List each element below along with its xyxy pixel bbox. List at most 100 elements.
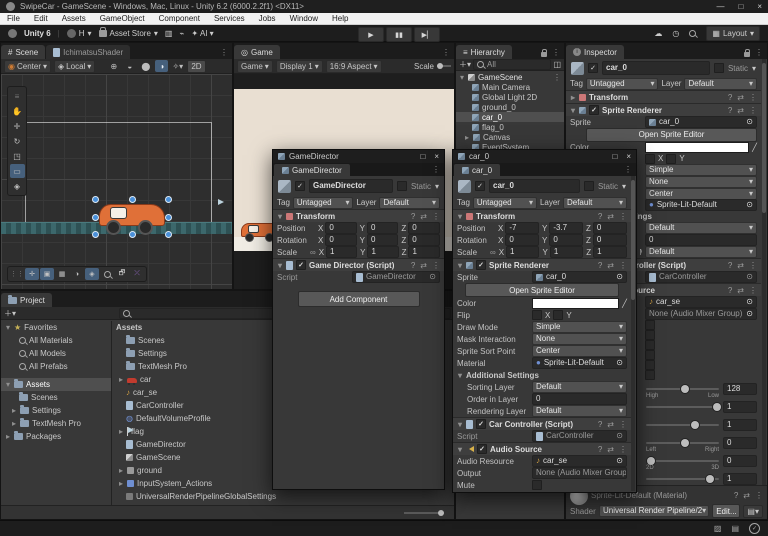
output-field[interactable]: None (Audio Mixer Group)⊙: [532, 467, 627, 479]
menu-help[interactable]: Help: [325, 14, 355, 23]
paint-details-icon[interactable]: ▨: [714, 524, 722, 533]
bypass-effects-checkbox[interactable]: [645, 330, 655, 340]
color-swatch[interactable]: [532, 298, 619, 309]
reverb-zone-value[interactable]: 1: [723, 473, 757, 485]
scale-z-field[interactable]: 1: [408, 246, 440, 258]
foldout-icon[interactable]: ▾: [277, 261, 283, 270]
bypass-listener-checkbox[interactable]: [645, 340, 655, 350]
position-x-field[interactable]: 0: [325, 222, 356, 234]
stereo-pan-slider[interactable]: LeftRight: [646, 442, 719, 444]
hierarchy-search-input[interactable]: All: [473, 59, 551, 70]
car0-tab[interactable]: car_0: [454, 164, 500, 176]
toolstrip-drag-handle[interactable]: ≡: [10, 89, 25, 103]
component-enabled-checkbox[interactable]: ✓: [476, 260, 486, 270]
overlay-grid-icon[interactable]: ▦: [55, 268, 69, 280]
cloud-icon[interactable]: ☁: [654, 29, 662, 38]
preset-icon[interactable]: ⇄: [737, 106, 744, 115]
inspector-tab-menu-icon[interactable]: ⋮: [755, 48, 763, 57]
static-dropdown-icon[interactable]: ▾: [622, 182, 626, 191]
menu-jobs[interactable]: Jobs: [252, 14, 283, 23]
more-icon[interactable]: ⋮: [749, 106, 757, 115]
volume-slider[interactable]: [646, 406, 719, 408]
flip-x-checkbox[interactable]: [532, 310, 542, 320]
preset-icon[interactable]: ⇄: [607, 445, 614, 454]
help-icon[interactable]: ?: [728, 106, 732, 115]
audio-resource-field[interactable]: ♪car_se⊙: [532, 455, 627, 467]
car0-window-scrollbar[interactable]: [631, 176, 635, 491]
selection-handle[interactable]: [165, 214, 172, 221]
sprite-field[interactable]: car_0⊙: [645, 116, 757, 128]
object-picker-icon[interactable]: ⊙: [616, 272, 623, 282]
selection-handle[interactable]: [129, 196, 136, 203]
tree-settings[interactable]: ▸Settings: [1, 404, 111, 417]
object-picker-icon[interactable]: ⊙: [746, 272, 753, 282]
render-layer-dropdown[interactable]: Default▾: [645, 246, 757, 258]
scale-y-field[interactable]: 1: [367, 246, 398, 258]
mode-2d-toggle[interactable]: 2D: [187, 60, 205, 73]
window-maximize-button[interactable]: □: [420, 152, 425, 161]
hierarchy-picker-icon[interactable]: ◫: [553, 60, 561, 69]
package-manager-icon[interactable]: ▥: [165, 29, 173, 38]
selection-handle[interactable]: [165, 196, 172, 203]
component-enabled-checkbox[interactable]: ✓: [476, 419, 486, 429]
cache-server-icon[interactable]: ▤: [731, 524, 739, 533]
tag-dropdown[interactable]: Untagged▾: [293, 197, 354, 209]
flip-y-checkbox[interactable]: [666, 154, 676, 164]
scene-2d-lighting-icon[interactable]: ⬤: [139, 60, 152, 72]
overlay-move-icon[interactable]: ✛: [25, 268, 39, 280]
position-z-field[interactable]: 0: [408, 222, 440, 234]
scene-options-icon[interactable]: ⋮: [553, 73, 561, 82]
foldout-icon[interactable]: ▾: [570, 106, 576, 115]
tab-game[interactable]: ◎ Game: [234, 45, 280, 59]
link-scale-icon[interactable]: ∞: [490, 248, 496, 257]
static-dropdown-icon[interactable]: ▾: [752, 64, 756, 73]
gamedirector-tab[interactable]: GameDirector: [274, 164, 350, 176]
status-check-icon[interactable]: ✓: [749, 523, 760, 534]
scale-z-field[interactable]: 1: [593, 246, 627, 258]
tag-dropdown[interactable]: Untagged▾: [586, 78, 659, 90]
scene-canvas[interactable]: ≡ ✋ ✛ ↻ ◳ ▭ ◈ ⋮⋮ ✛ ▣ ▦ ◑ ◈ 🗗 ⤫: [1, 74, 232, 289]
undo-history-icon[interactable]: ◷: [672, 29, 679, 38]
layer-dropdown[interactable]: Default▾: [563, 197, 627, 209]
tab-inspector[interactable]: i Inspector: [566, 45, 624, 59]
pause-button[interactable]: ▮▮: [386, 27, 412, 42]
rotation-x-field[interactable]: 0: [325, 234, 356, 246]
foldout-icon[interactable]: ▸: [570, 93, 576, 102]
eyedropper-icon[interactable]: ╱: [752, 143, 757, 152]
handle-space-dropdown[interactable]: ◈ Local▾: [54, 60, 95, 73]
position-z-field[interactable]: 0: [593, 222, 627, 234]
asset-store-menu[interactable]: Asset Store▾: [99, 29, 158, 38]
audio-resource-field[interactable]: ♪car_se⊙: [645, 296, 757, 308]
active-checkbox[interactable]: ✓: [475, 181, 485, 191]
position-x-field[interactable]: -7: [505, 222, 539, 234]
link-scale-icon[interactable]: ∞: [310, 248, 316, 257]
pivot-dropdown[interactable]: ◉ Center▾: [4, 60, 51, 73]
mask-dropdown[interactable]: None▾: [645, 176, 757, 188]
bypass-reverb-checkbox[interactable]: [645, 350, 655, 360]
position-y-field[interactable]: 0: [367, 222, 398, 234]
hierarchy-item-global-light[interactable]: Global Light 2D: [456, 92, 564, 102]
overlay-drag-handle[interactable]: ⋮⋮: [10, 268, 24, 280]
add-component-button[interactable]: Add Component: [298, 291, 420, 307]
layer-dropdown[interactable]: Default▾: [684, 78, 757, 90]
overlay-layers-icon[interactable]: ◈: [85, 268, 99, 280]
rotation-y-field[interactable]: 0: [367, 234, 398, 246]
render-layer-dropdown[interactable]: Default▾: [532, 405, 627, 417]
tree-textmesh-pro[interactable]: ▸TextMesh Pro: [1, 417, 111, 430]
material-field[interactable]: ●Sprite-Lit-Default⊙: [645, 199, 757, 211]
object-picker-icon[interactable]: ⊙: [746, 309, 753, 319]
shader-options-dropdown[interactable]: ▤▾: [743, 505, 763, 518]
preset-icon[interactable]: ⇄: [607, 420, 614, 429]
more-icon[interactable]: ⋮: [619, 420, 627, 429]
display-dropdown[interactable]: Display 1▾: [276, 60, 323, 73]
lock-icon[interactable]: [744, 52, 750, 57]
tree-scenes[interactable]: Scenes: [1, 391, 111, 404]
help-icon[interactable]: ?: [411, 212, 415, 221]
component-enabled-checkbox[interactable]: ✓: [477, 444, 487, 454]
packages-row[interactable]: ▸Packages: [1, 430, 111, 443]
open-sprite-editor-button[interactable]: Open Sprite Editor: [586, 128, 757, 142]
asset-zoom-slider[interactable]: [404, 512, 444, 514]
draw-mode-dropdown[interactable]: Simple▾: [645, 164, 757, 176]
transform-section-header[interactable]: ▾ Transform ?⇄⋮: [453, 209, 631, 222]
priority-value[interactable]: 128: [723, 383, 757, 395]
